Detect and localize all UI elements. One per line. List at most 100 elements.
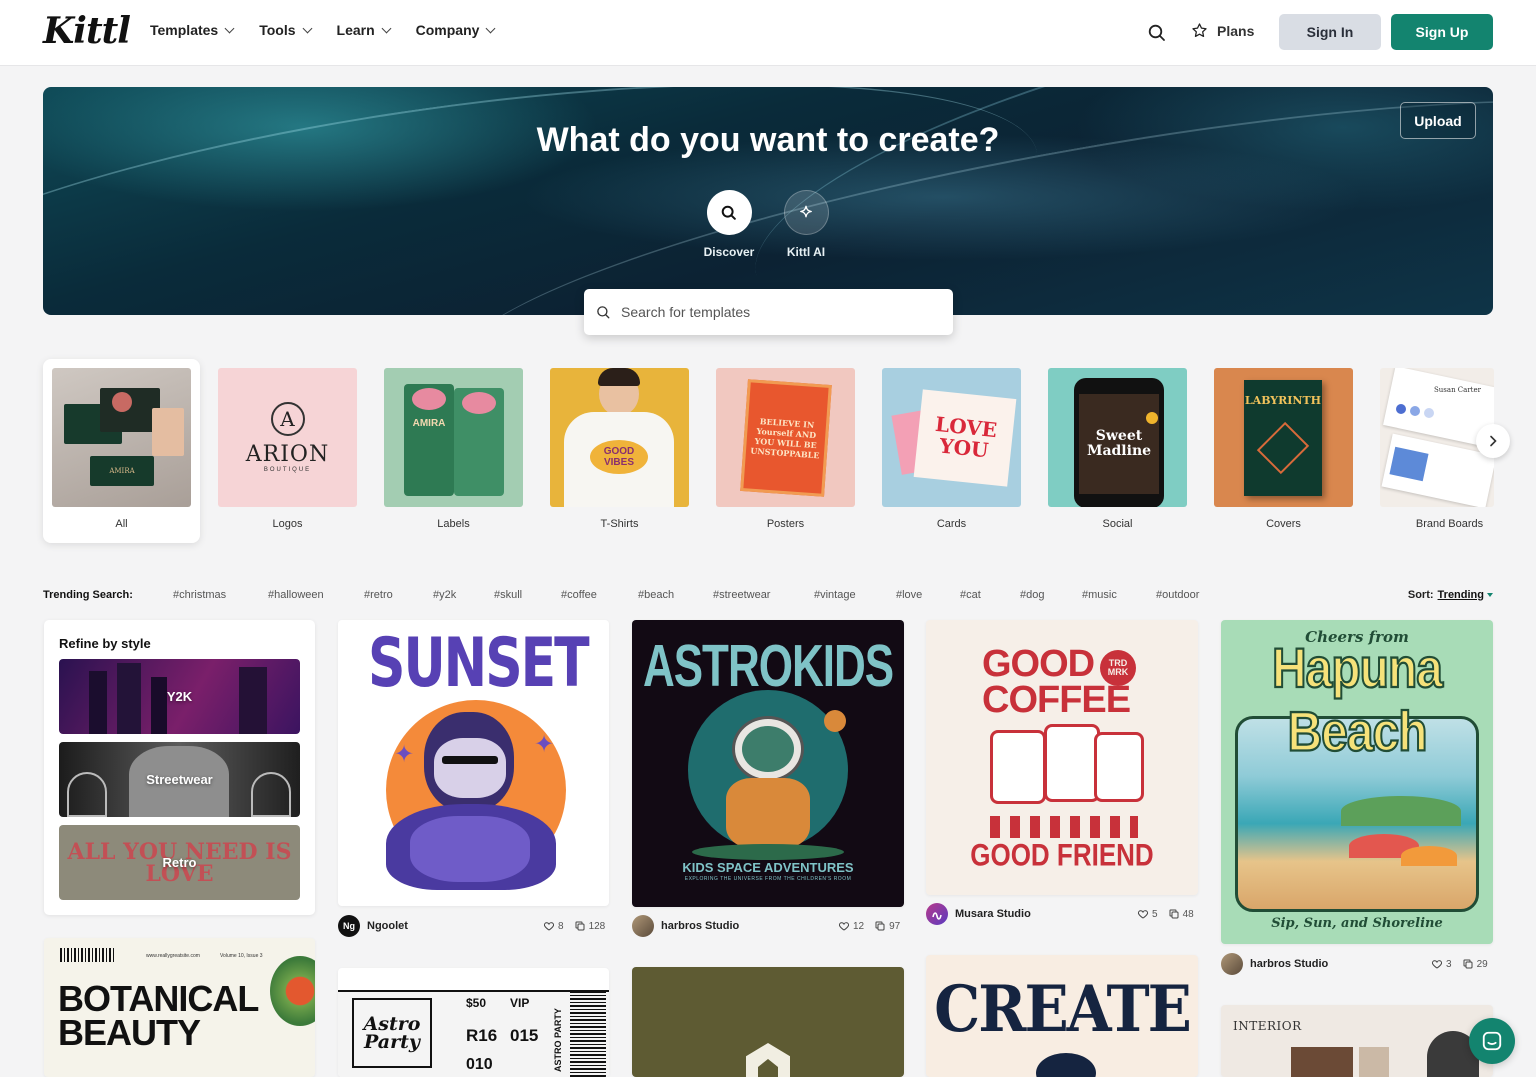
card-stats: 5 48 xyxy=(1137,908,1194,920)
chevron-down-icon xyxy=(485,23,496,33)
mode-kittl-ai-label: Kittl AI xyxy=(786,245,826,259)
category-all[interactable]: AMIRA All xyxy=(43,359,200,543)
sign-up-button[interactable]: Sign Up xyxy=(1391,14,1493,50)
style-y2k[interactable]: Y2K xyxy=(59,659,300,734)
plans-label: Plans xyxy=(1217,22,1255,39)
heart-icon[interactable] xyxy=(1137,908,1149,920)
thumb-text: LABYRINTH xyxy=(1244,394,1322,407)
card-author[interactable]: Musara Studio xyxy=(926,902,1031,926)
trending-tag[interactable]: #coffee xyxy=(561,589,597,601)
trending-tag[interactable]: #christmas xyxy=(173,589,226,601)
thumb-text: ARION xyxy=(245,442,330,467)
trending-tag[interactable]: #cat xyxy=(960,589,981,601)
trending-tag[interactable]: #beach xyxy=(638,589,674,601)
template-search-box[interactable] xyxy=(584,289,953,335)
category-label: All xyxy=(115,518,128,530)
template-card-interior[interactable]: INTERIOR xyxy=(1221,1005,1493,1077)
sign-in-button[interactable]: Sign In xyxy=(1279,14,1381,50)
category-t-shirts[interactable]: GOOD VIBES T-Shirts xyxy=(541,359,698,543)
style-retro[interactable]: ALL YOU NEED IS LOVE Retro xyxy=(59,825,300,900)
like-count: 12 xyxy=(853,920,865,932)
search-icon[interactable] xyxy=(1147,23,1167,43)
ticket-number: 010 xyxy=(466,1056,493,1073)
card-bottom-text: Sip, Sun, and Shoreline xyxy=(1271,916,1443,931)
card-title-art: CREATE xyxy=(934,971,1192,1047)
upload-button[interactable]: Upload xyxy=(1400,102,1476,139)
template-card-astrokids[interactable]: ASTROKIDS KIDS SPACE ADVENTURES EXPLORIN… xyxy=(632,620,904,907)
trending-tag[interactable]: #streetwear xyxy=(713,589,770,601)
category-labels[interactable]: AMIRA Labels xyxy=(375,359,532,543)
hero-title: What do you want to create? xyxy=(536,121,1000,159)
nav-learn[interactable]: Learn xyxy=(337,22,392,38)
template-card-sunset[interactable]: SUNSET ✦ ✦ xyxy=(338,620,609,906)
trending-tag[interactable]: #vintage xyxy=(814,589,856,601)
plans-link[interactable]: Plans xyxy=(1191,22,1254,39)
category-label: Cards xyxy=(936,518,967,530)
refine-title: Refine by style xyxy=(59,636,151,651)
category-social[interactable]: Sweet Madline Social xyxy=(1039,359,1196,543)
trending-label: Trending Search: xyxy=(43,589,133,601)
main-nav: Templates Tools Learn Company xyxy=(150,22,520,38)
template-card-create[interactable]: CREATE xyxy=(926,955,1198,1077)
author-name: Musara Studio xyxy=(955,908,1031,920)
heart-icon[interactable] xyxy=(543,920,555,932)
card-author[interactable]: Ng Ngoolet xyxy=(338,914,408,938)
trending-tag[interactable]: #retro xyxy=(364,589,393,601)
trending-bar: Trending Search: #christmas #halloween #… xyxy=(43,588,1493,604)
like-count: 8 xyxy=(558,920,564,932)
heart-icon[interactable] xyxy=(1431,958,1443,970)
like-count: 3 xyxy=(1446,958,1452,970)
copy-count: 48 xyxy=(1182,908,1194,920)
category-label: T-Shirts xyxy=(600,518,639,530)
category-logos[interactable]: A ARION BOUTIQUE Logos xyxy=(209,359,366,543)
trending-tag[interactable]: #music xyxy=(1082,589,1117,601)
card-author[interactable]: harbros Studio xyxy=(1221,952,1328,976)
author-name: harbros Studio xyxy=(661,920,740,932)
trending-tag[interactable]: #outdoor xyxy=(1156,589,1199,601)
mode-kittl-ai[interactable]: Kittl AI xyxy=(766,190,846,259)
chevron-down-icon xyxy=(302,23,312,33)
heart-icon[interactable] xyxy=(838,920,850,932)
hero-banner: What do you want to create? Upload Disco… xyxy=(43,87,1493,315)
template-card-good-coffee[interactable]: GOOD COFFEE TRD MRK GOOD FRIEND xyxy=(926,620,1198,895)
nav-tools[interactable]: Tools xyxy=(259,22,312,38)
nav-templates[interactable]: Templates xyxy=(150,22,235,38)
template-card-botanical-beauty[interactable]: www.reallygreatsite.com Volume 10, Issue… xyxy=(44,938,315,1077)
copy-count: 128 xyxy=(588,920,606,932)
style-streetwear[interactable]: Streetwear xyxy=(59,742,300,817)
card-title-art: SUNSET xyxy=(368,625,590,703)
thumb-text: AMIRA xyxy=(90,456,154,486)
category-covers[interactable]: LABYRINTH Covers xyxy=(1205,359,1362,543)
template-card-astro-party[interactable]: Astro Party $50 VIP R16 015 010 ASTRO PA… xyxy=(338,968,609,1077)
avatar xyxy=(632,915,654,937)
trending-tag[interactable]: #love xyxy=(896,589,922,601)
trending-tag[interactable]: #y2k xyxy=(433,589,456,601)
category-thumb: BELIEVE IN Yourself AND YOU WILL BE UNST… xyxy=(716,368,855,507)
kittl-logo[interactable]: Kittl xyxy=(43,10,131,52)
thumb-text: Susan Carter xyxy=(1434,386,1481,394)
nav-tools-label: Tools xyxy=(259,22,296,38)
template-card-olive[interactable] xyxy=(632,967,904,1077)
card-author[interactable]: harbros Studio xyxy=(632,914,739,938)
trending-tag[interactable]: #skull xyxy=(494,589,522,601)
author-name: Ngoolet xyxy=(367,920,408,932)
category-cards[interactable]: LOVE YOU Cards xyxy=(873,359,1030,543)
copy-icon xyxy=(1169,909,1179,919)
mode-discover[interactable]: Discover xyxy=(689,190,769,259)
chat-support-button[interactable] xyxy=(1469,1018,1515,1064)
card-stats: 8 128 xyxy=(543,920,605,932)
sort-dropdown[interactable]: Sort: Trending xyxy=(1408,589,1493,601)
sort-value: Trending xyxy=(1437,589,1484,601)
category-posters[interactable]: BELIEVE IN Yourself AND YOU WILL BE UNST… xyxy=(707,359,864,543)
search-input[interactable] xyxy=(621,304,921,320)
copy-icon xyxy=(575,921,585,931)
chevron-down-icon xyxy=(224,23,235,33)
copy-icon xyxy=(1463,959,1473,969)
trending-tag[interactable]: #halloween xyxy=(268,589,324,601)
thumb-sub: BOUTIQUE xyxy=(263,467,312,473)
avatar xyxy=(926,903,948,925)
template-card-hapuna-beach[interactable]: Cheers from Hapuna Beach Sip, Sun, and S… xyxy=(1221,620,1493,944)
nav-company[interactable]: Company xyxy=(416,22,496,38)
carousel-next-button[interactable] xyxy=(1476,424,1510,458)
trending-tag[interactable]: #dog xyxy=(1020,589,1044,601)
